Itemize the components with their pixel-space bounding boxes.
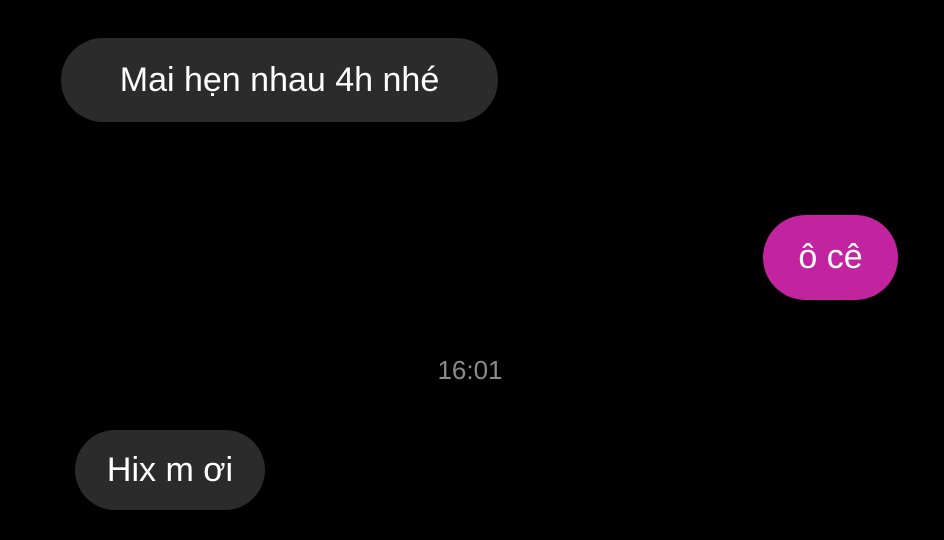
outgoing-message-bubble[interactable]: ô cê — [763, 215, 898, 300]
message-text: ô cê — [798, 238, 863, 276]
incoming-message-bubble[interactable]: Hix m ơi — [75, 430, 265, 510]
message-text: Hix m ơi — [106, 450, 234, 489]
message-text: Mai hẹn nhau 4h nhé — [119, 60, 440, 99]
chat-thread: Mai hẹn nhau 4h nhé ô cê 16:01 Hix m ơi — [0, 0, 944, 540]
message-timestamp: 16:01 — [437, 355, 503, 385]
incoming-message-bubble[interactable]: Mai hẹn nhau 4h nhé — [61, 38, 498, 122]
